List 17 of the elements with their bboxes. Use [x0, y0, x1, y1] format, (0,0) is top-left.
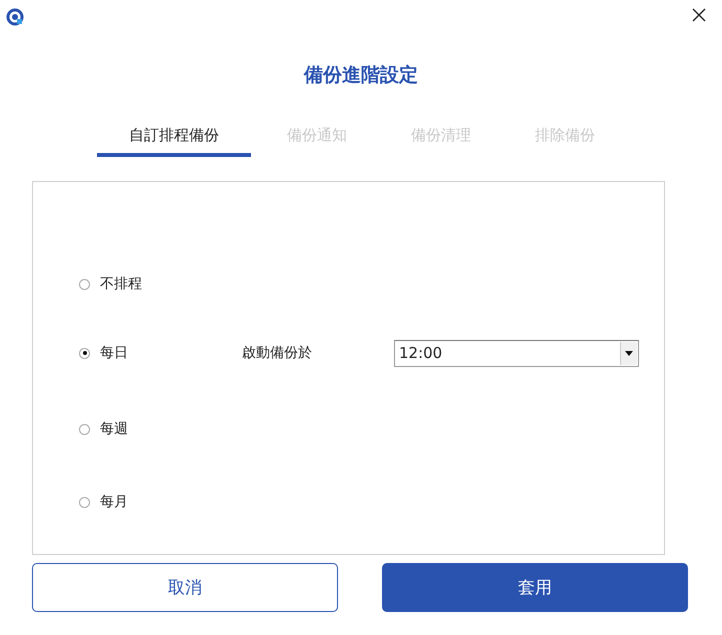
- time-dropdown[interactable]: 12:00: [394, 340, 639, 366]
- caret-icon: [625, 350, 633, 356]
- tab[interactable]: 自訂排程備份: [97, 126, 251, 157]
- radio-button[interactable]: [79, 496, 90, 508]
- option-label: 不排程: [100, 275, 143, 293]
- radio-button[interactable]: [79, 348, 90, 358]
- option-label: 每月: [100, 493, 129, 511]
- app-logo-icon: [6, 8, 24, 26]
- dialog-title: 備份進階設定: [302, 63, 419, 88]
- option-label: 每日: [100, 344, 129, 362]
- option-label: 每週: [100, 420, 129, 438]
- cancel-button[interactable]: 取消: [32, 563, 338, 612]
- start-time-label: 啟動備份於: [242, 344, 313, 362]
- radio-button[interactable]: [79, 424, 90, 434]
- close-icon: [692, 8, 706, 22]
- apply-button[interactable]: 套用: [382, 563, 688, 612]
- radio-button[interactable]: [79, 278, 90, 290]
